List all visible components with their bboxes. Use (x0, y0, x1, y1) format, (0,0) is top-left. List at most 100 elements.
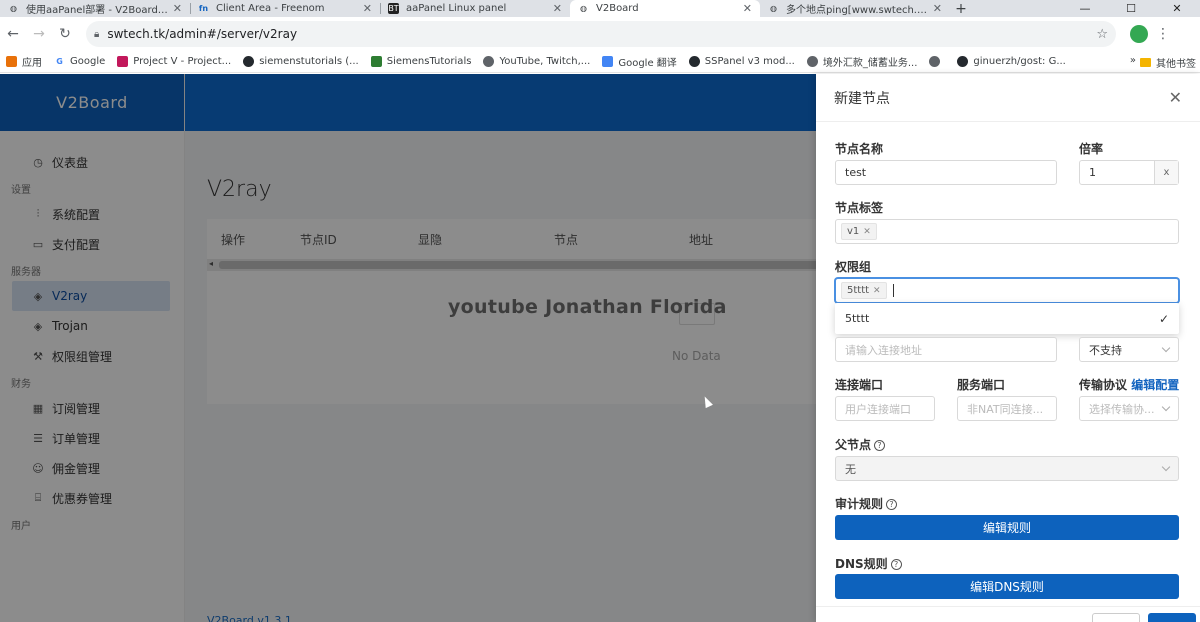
back-icon[interactable]: ← (0, 26, 26, 42)
cancel-button[interactable] (1092, 613, 1140, 622)
globe-icon (483, 56, 495, 67)
bookmark-item[interactable]: Project V - Project... (117, 56, 231, 67)
close-tab-icon[interactable]: ✕ (553, 2, 562, 15)
tag-label: 5tttt (847, 285, 870, 296)
new-tab-button[interactable]: + (950, 0, 972, 17)
edit-rules-button[interactable]: 编辑规则 (835, 515, 1179, 540)
remove-tag-icon[interactable]: ✕ (863, 227, 871, 237)
server-port-input[interactable]: 非NAT同连接... (957, 396, 1057, 421)
protocol-label: 传输协议 (1079, 378, 1128, 392)
profile-avatar[interactable] (1130, 25, 1148, 43)
globe-icon (929, 56, 941, 67)
bookmark-item[interactable]: 境外汇款_储蓄业务... (806, 54, 918, 69)
lock-icon: 🔒︎ (94, 28, 100, 40)
tab-title: 使用aaPanel部署 - V2Board 使用 (26, 5, 169, 16)
url-bar[interactable]: 🔒︎ swtech.tk/admin#/server/v2ray ☆ (86, 21, 1116, 47)
parent-label: 父节点 (835, 438, 872, 452)
help-icon[interactable]: ? (890, 559, 902, 570)
protocol-select[interactable]: 选择传输协... (1079, 396, 1179, 421)
input-placeholder: 用户连接端口 (845, 402, 911, 416)
parent-node-select[interactable]: 无 (835, 456, 1179, 481)
field-label: 倍率 (1079, 142, 1104, 156)
modal-overlay[interactable] (0, 74, 816, 622)
port-input[interactable]: 用户连接端口 (835, 396, 935, 421)
bookmark-item[interactable]: Google 翻译 (602, 54, 677, 69)
close-tab-icon[interactable]: ✕ (173, 2, 182, 15)
close-icon[interactable]: ✕ (1169, 88, 1182, 107)
bookmark-label: 应用 (22, 58, 42, 69)
tls-select[interactable]: 不支持 (1079, 337, 1179, 362)
address-bar-row: ← → ↻ 🔒︎ swtech.tk/admin#/server/v2ray ☆… (0, 17, 1200, 51)
new-node-drawer: 新建节点 ✕ 节点名称 test 倍率 1x 节点标签 v1 ✕ 权限组 5ttt… (816, 74, 1200, 622)
browser-tab[interactable]: ◍ 多个地点ping[www.swtech.tk]服 ✕ (760, 0, 950, 17)
close-tab-icon[interactable]: ✕ (933, 2, 942, 15)
bookmark-label: Google 翻译 (618, 58, 677, 69)
bookmark-item[interactable] (929, 56, 945, 67)
github-icon (957, 56, 969, 67)
other-bookmarks-label: 其他书签 (1156, 59, 1196, 70)
tag-chip: 5tttt ✕ (841, 282, 887, 299)
dropdown-option[interactable]: 5tttt ✓ (835, 303, 1179, 334)
globe-icon: ◍ (770, 4, 777, 13)
bookmark-item[interactable]: G Google (54, 56, 105, 67)
input-value: 1 (1089, 166, 1096, 179)
input-placeholder: 选择传输协... (1089, 402, 1155, 416)
text-caret (892, 284, 894, 297)
input-placeholder: 非NAT同连接... (967, 402, 1044, 416)
google-icon: G (54, 56, 65, 67)
bookmark-item[interactable]: ginuerzh/gost: G... (957, 56, 1066, 67)
browser-tab[interactable]: fn Client Area - Freenom ✕ (190, 0, 380, 17)
drawer-title: 新建节点 (834, 90, 890, 107)
edit-dns-rules-button[interactable]: 编辑DNS规则 (835, 574, 1179, 599)
edit-config-link[interactable]: 编辑配置 (1131, 378, 1179, 392)
more-bookmarks-icon[interactable]: » (1130, 55, 1136, 66)
reload-icon[interactable]: ↻ (52, 26, 78, 42)
rate-input[interactable]: 1x (1079, 160, 1179, 185)
browser-tab[interactable]: ◍ 使用aaPanel部署 - V2Board 使用 ✕ (0, 0, 190, 17)
permission-group-select[interactable]: 5tttt ✕ (835, 278, 1179, 303)
close-tab-icon[interactable]: ✕ (363, 2, 372, 15)
submit-button[interactable] (1148, 613, 1196, 622)
field-label: 节点名称 (835, 142, 884, 156)
node-tags-input[interactable]: v1 ✕ (835, 219, 1179, 244)
field-label: 连接端口 (835, 378, 884, 392)
watermark-text: youtube Jonathan Florida (448, 296, 727, 318)
globe-icon: ◍ (580, 4, 587, 13)
help-icon[interactable]: ? (874, 440, 886, 451)
field-label: 权限组 (835, 260, 872, 274)
close-window-icon[interactable]: ✕ (1154, 0, 1200, 17)
tab-title: V2Board (596, 3, 639, 14)
audit-label: 审计规则 (835, 497, 884, 511)
folder-icon (1140, 58, 1151, 67)
bookmark-item[interactable]: siemenstutorials (... (243, 56, 359, 67)
bookmark-item[interactable]: YouTube, Twitch,... (483, 56, 590, 67)
menu-kebab-icon[interactable]: ⋮ (1156, 26, 1170, 42)
minimize-icon[interactable]: — (1062, 0, 1108, 17)
input-placeholder: 请输入连接地址 (845, 343, 922, 357)
other-bookmarks[interactable]: 其他书签 (1140, 55, 1196, 70)
browser-tab[interactable]: BT aaPanel Linux panel ✕ (380, 0, 570, 17)
remove-tag-icon[interactable]: ✕ (873, 286, 881, 296)
close-tab-icon[interactable]: ✕ (743, 2, 752, 15)
chevron-down-icon (1161, 462, 1171, 472)
bookmark-item[interactable]: SiemensTutorials (370, 56, 471, 67)
browser-tab-active[interactable]: ◍ V2Board ✕ (570, 0, 760, 17)
bookmark-item[interactable]: SSPanel v3 mod... (688, 56, 795, 67)
bookmark-label: ginuerzh/gost: G... (973, 56, 1066, 67)
address-input[interactable]: 请输入连接地址 (835, 337, 1057, 362)
star-icon[interactable]: ☆ (1096, 27, 1108, 42)
chevron-down-icon (1161, 343, 1171, 353)
field-label: 服务端口 (957, 378, 1006, 392)
bookmark-label: 境外汇款_储蓄业务... (822, 58, 918, 69)
url-text: swtech.tk/admin#/server/v2ray (107, 27, 298, 41)
help-icon[interactable]: ? (886, 499, 898, 510)
tab-title: 多个地点ping[www.swtech.tk]服 (786, 5, 929, 16)
forward-icon[interactable]: → (26, 26, 52, 42)
bookmark-item[interactable]: 应用 (6, 54, 42, 69)
maximize-icon[interactable]: ☐ (1108, 0, 1154, 17)
node-name-input[interactable]: test (835, 160, 1057, 185)
field-label: 传输协议 编辑配置 (1079, 376, 1179, 393)
tab-title: Client Area - Freenom (216, 3, 325, 14)
globe-icon (806, 56, 818, 67)
select-value: 无 (845, 462, 856, 476)
